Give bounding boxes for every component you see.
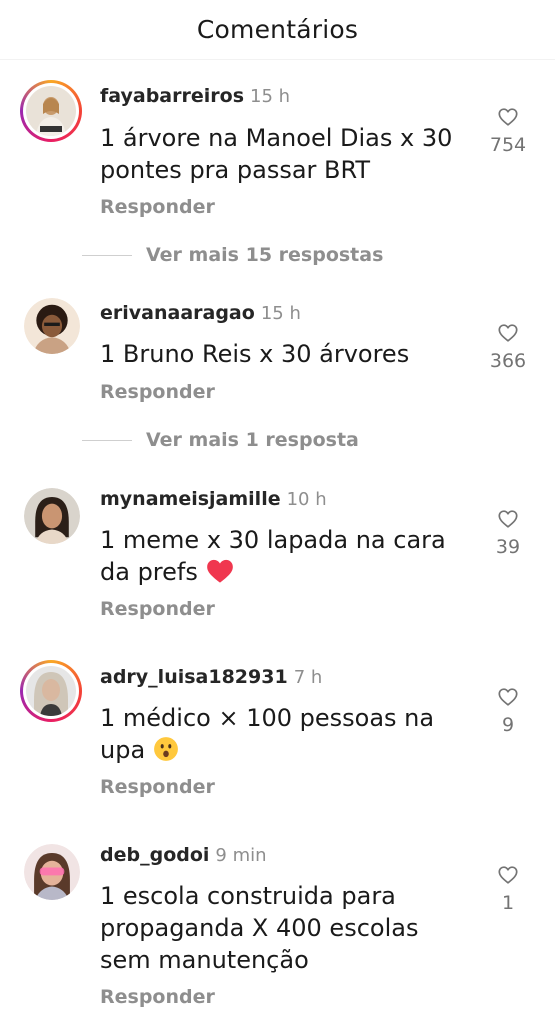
avatar-image — [24, 298, 80, 354]
heart-outline-icon[interactable] — [497, 686, 519, 708]
like-count: 754 — [489, 134, 527, 156]
avatar-image — [24, 488, 80, 544]
comment-time: 10 h — [286, 489, 327, 510]
avatar-image — [24, 844, 80, 900]
surprised-face-icon — [153, 737, 178, 761]
comment-text: 1 escola construida para propaganda X 40… — [100, 882, 419, 974]
like-control[interactable]: 39 — [483, 508, 533, 558]
comment-username[interactable]: fayabarreiros 15 h — [100, 85, 290, 107]
heart-outline-icon[interactable] — [497, 864, 519, 886]
comment-text: 1 Bruno Reis x 30 árvores — [100, 340, 410, 368]
comments-header: Comentários — [0, 0, 555, 60]
like-count: 9 — [501, 714, 515, 736]
reply-button[interactable]: Responder — [100, 196, 215, 218]
comment-time: 15 h — [260, 303, 301, 324]
comment-username[interactable]: deb_godoi 9 min — [100, 844, 267, 866]
comment-text: 1 árvore na Manoel Dias x 30 pontes pra … — [100, 124, 453, 184]
comment-username[interactable]: mynameisjamille 10 h — [100, 488, 327, 510]
view-more-replies-label[interactable]: Ver mais 1 resposta — [146, 429, 359, 451]
comment-time: 15 h — [250, 86, 291, 107]
comment-username[interactable]: erivanaaragao 15 h — [100, 302, 301, 324]
avatar[interactable] — [20, 80, 82, 142]
divider — [82, 254, 132, 256]
reply-button[interactable]: Responder — [100, 776, 215, 798]
heart-outline-icon[interactable] — [497, 508, 519, 530]
like-control[interactable]: 1 — [483, 864, 533, 914]
like-count: 1 — [501, 892, 515, 914]
avatar-image — [26, 86, 76, 136]
comment-text: 1 médico × 100 pessoas na upa — [100, 704, 435, 764]
view-more-replies[interactable]: Ver mais 15 respostas — [0, 240, 555, 270]
avatar-image — [26, 666, 76, 716]
like-count: 366 — [489, 350, 527, 372]
view-more-replies-label[interactable]: Ver mais 15 respostas — [146, 244, 383, 266]
heart-outline-icon[interactable] — [497, 106, 519, 128]
reply-button[interactable]: Responder — [100, 986, 215, 1008]
heart-outline-icon[interactable] — [497, 322, 519, 344]
page-title: Comentários — [196, 15, 359, 44]
reply-button[interactable]: Responder — [100, 598, 215, 620]
avatar[interactable] — [24, 298, 80, 354]
avatar[interactable] — [24, 488, 80, 544]
like-control[interactable]: 366 — [483, 322, 533, 372]
comment-username[interactable]: adry_luisa182931 7 h — [100, 666, 322, 688]
avatar[interactable] — [20, 660, 82, 722]
reply-button[interactable]: Responder — [100, 381, 215, 403]
divider — [82, 439, 132, 441]
like-control[interactable]: 9 — [483, 686, 533, 736]
view-more-replies[interactable]: Ver mais 1 resposta — [0, 425, 555, 455]
like-control[interactable]: 754 — [483, 106, 533, 156]
avatar[interactable] — [24, 844, 80, 900]
red-heart-icon — [206, 559, 233, 583]
like-count: 39 — [495, 536, 521, 558]
comment-text: 1 meme x 30 lapada na cara da prefs — [100, 526, 446, 586]
comment-time: 9 min — [215, 845, 267, 866]
comment-time: 7 h — [293, 667, 323, 688]
